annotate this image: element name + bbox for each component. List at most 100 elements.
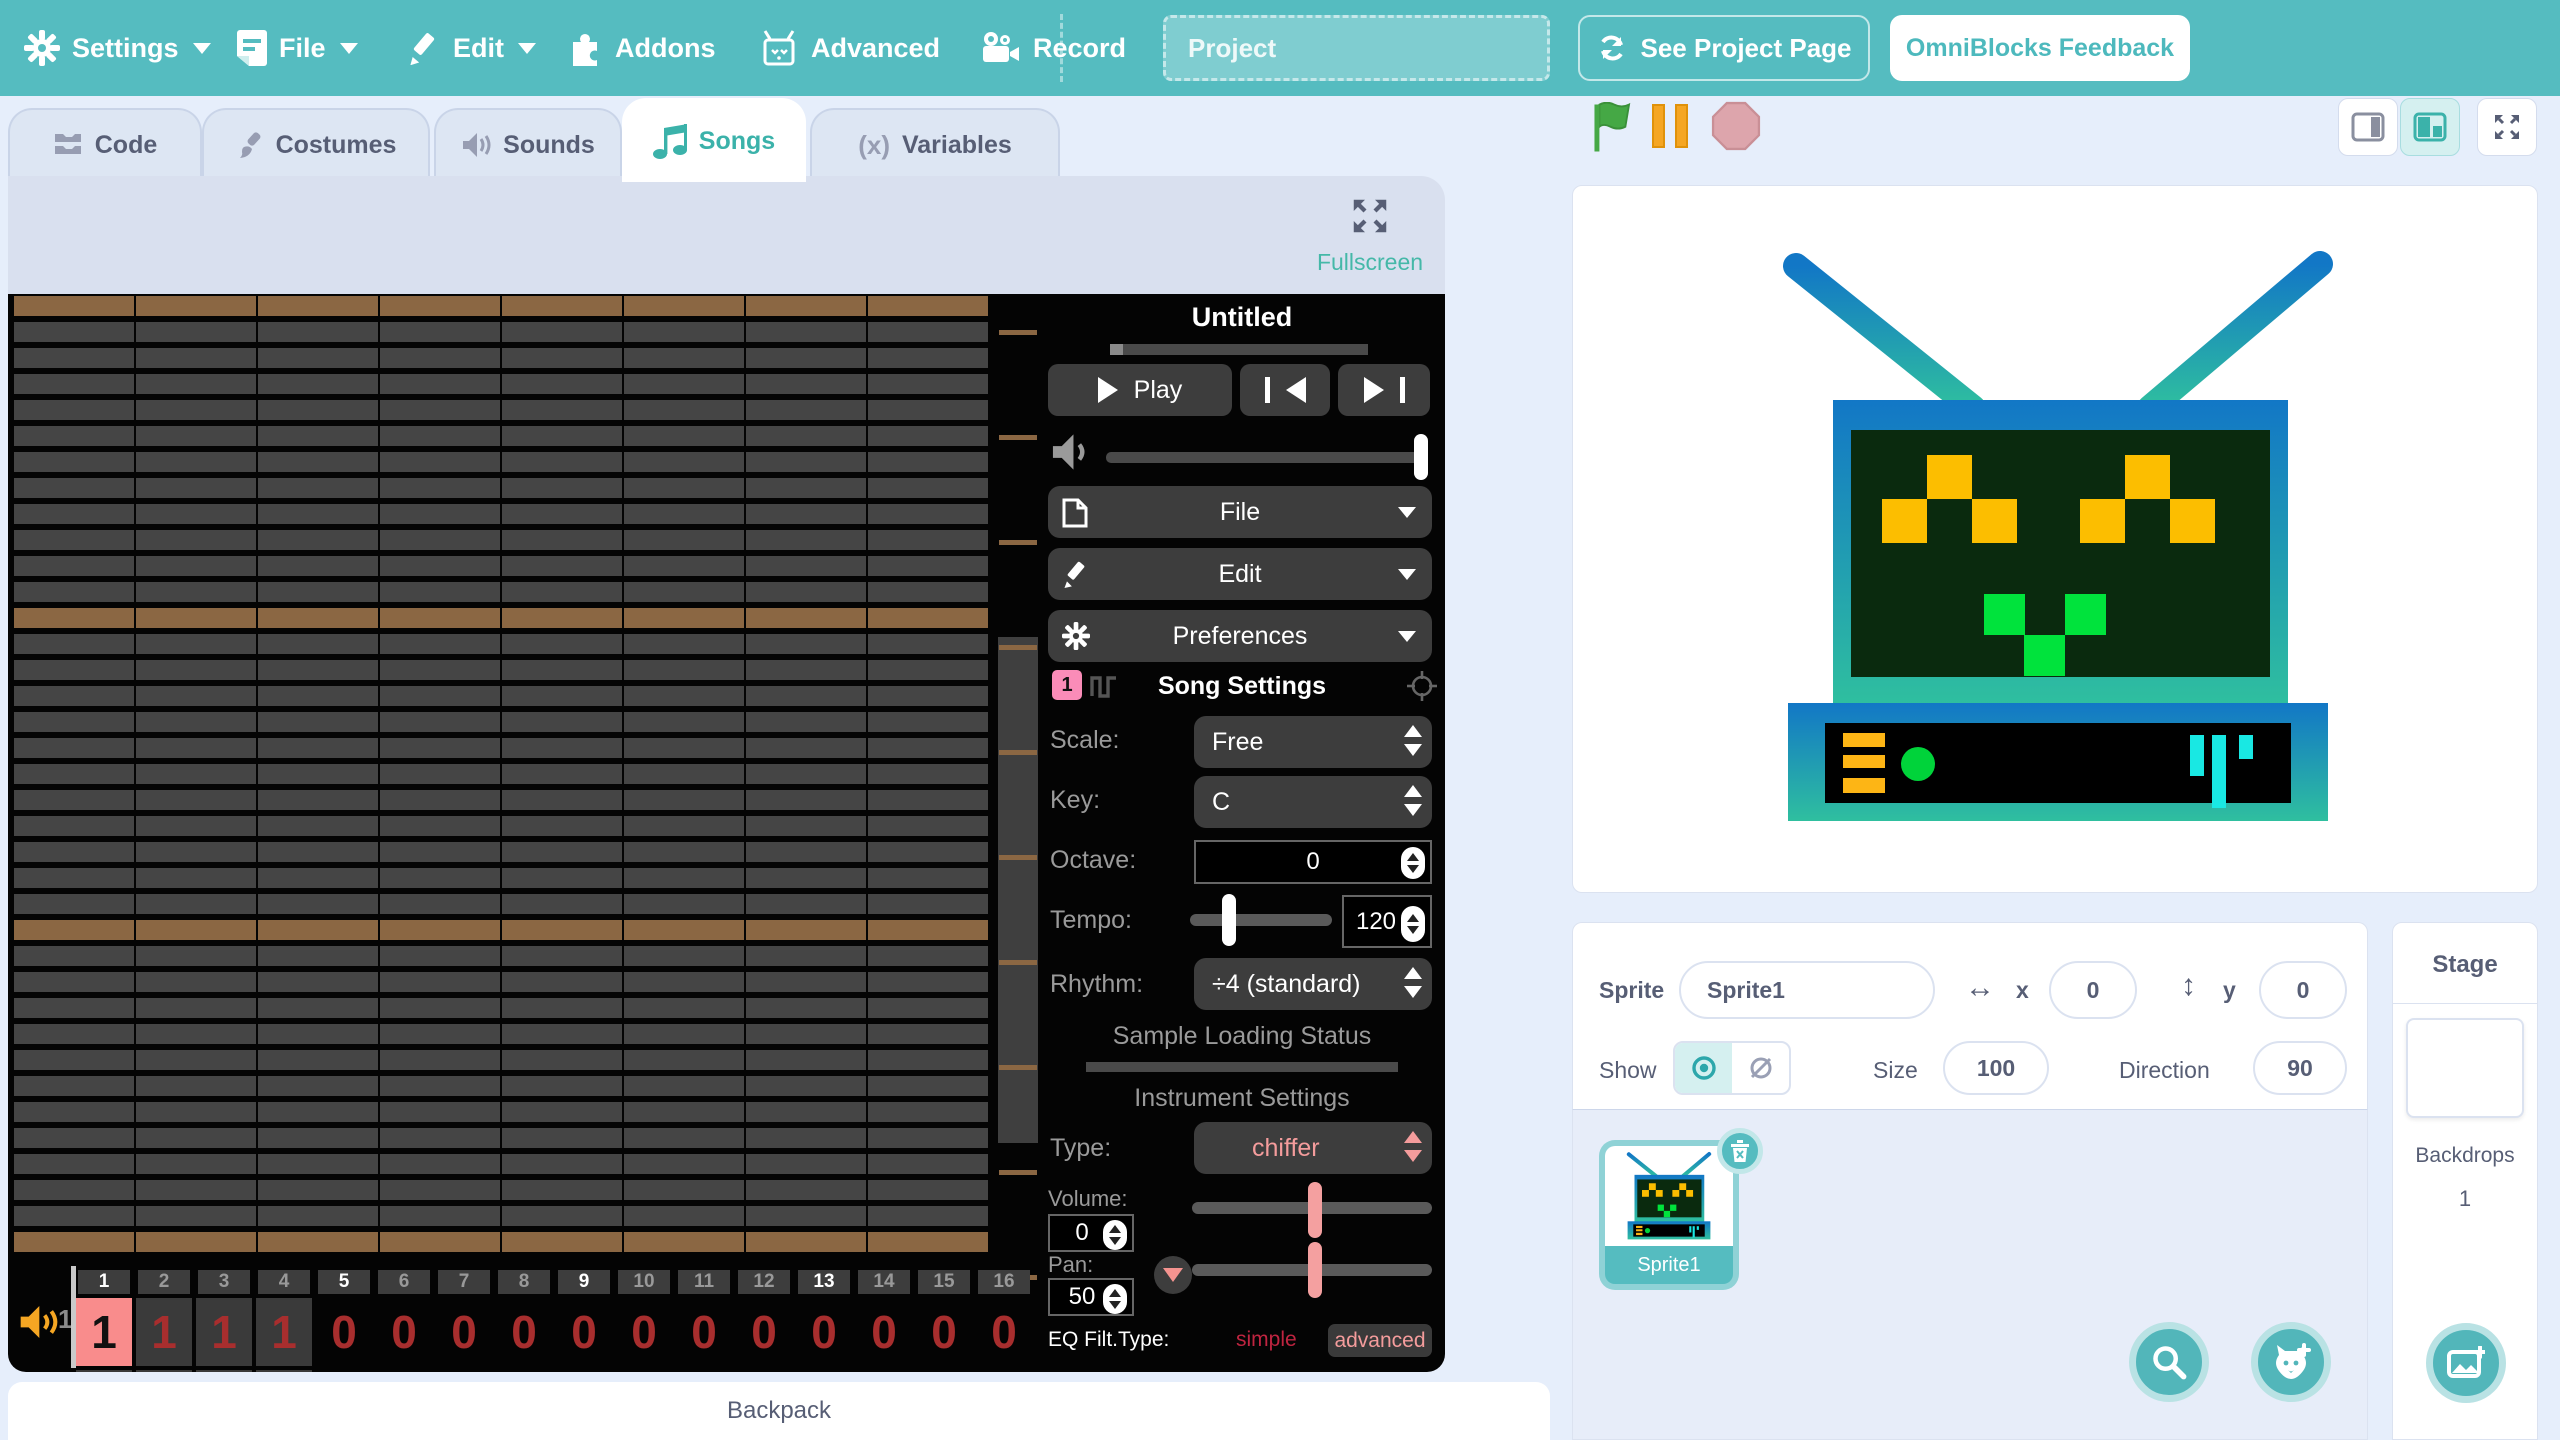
grid-cell[interactable] xyxy=(746,296,866,316)
grid-cell[interactable] xyxy=(380,738,500,758)
grid-cell[interactable] xyxy=(258,1076,378,1096)
tempo-spinner[interactable] xyxy=(1401,906,1425,942)
large-stage-layout-button[interactable] xyxy=(2400,98,2460,156)
grid-cell[interactable] xyxy=(258,790,378,810)
grid-cell[interactable] xyxy=(624,712,744,732)
grid-cell[interactable] xyxy=(502,478,622,498)
tab-variables[interactable]: (x) Variables xyxy=(810,108,1060,180)
grid-cell[interactable] xyxy=(868,400,988,420)
grid-cell[interactable] xyxy=(258,764,378,784)
grid-cell[interactable] xyxy=(868,296,988,316)
grid-cell[interactable] xyxy=(14,660,134,680)
grid-cell[interactable] xyxy=(136,816,256,836)
beat-number[interactable]: 13 xyxy=(798,1270,850,1294)
grid-cell[interactable] xyxy=(14,894,134,914)
grid-cell[interactable] xyxy=(136,530,256,550)
grid-cell[interactable] xyxy=(380,556,500,576)
grid-cell[interactable] xyxy=(868,972,988,992)
beat-number[interactable]: 4 xyxy=(258,1270,310,1294)
grid-cell[interactable] xyxy=(258,426,378,446)
grid-cell[interactable] xyxy=(502,1128,622,1148)
grid-cell[interactable] xyxy=(14,764,134,784)
grid-cell[interactable] xyxy=(502,738,622,758)
skip-to-end-button[interactable] xyxy=(1338,364,1430,416)
grid-cell[interactable] xyxy=(380,1206,500,1226)
delete-sprite-button[interactable] xyxy=(1717,1128,1763,1174)
grid-cell[interactable] xyxy=(14,452,134,472)
beat-value-cell[interactable]: 0 xyxy=(436,1298,492,1366)
grid-cell[interactable] xyxy=(746,920,866,940)
master-volume-thumb[interactable] xyxy=(1414,434,1428,480)
search-sprite-button[interactable] xyxy=(2129,1322,2209,1402)
grid-cell[interactable] xyxy=(14,972,134,992)
skip-to-start-button[interactable] xyxy=(1240,364,1330,416)
grid-cell[interactable] xyxy=(868,920,988,940)
grid-cell[interactable] xyxy=(380,530,500,550)
grid-cell[interactable] xyxy=(502,556,622,576)
grid-cell[interactable] xyxy=(502,400,622,420)
green-flag-button[interactable] xyxy=(1592,102,1634,154)
grid-cell[interactable] xyxy=(258,816,378,836)
tempo-slider[interactable] xyxy=(1190,914,1332,926)
grid-cell[interactable] xyxy=(380,1050,500,1070)
beat-number[interactable]: 16 xyxy=(978,1270,1030,1294)
grid-cell[interactable] xyxy=(502,998,622,1018)
grid-cell[interactable] xyxy=(136,348,256,368)
grid-cell[interactable] xyxy=(14,296,134,316)
octave-spinner[interactable] xyxy=(1401,847,1425,879)
grid-cell[interactable] xyxy=(868,478,988,498)
grid-cell[interactable] xyxy=(746,348,866,368)
grid-cell[interactable] xyxy=(746,1050,866,1070)
grid-cell[interactable] xyxy=(624,556,744,576)
grid-cell[interactable] xyxy=(258,920,378,940)
grid-cell[interactable] xyxy=(14,1154,134,1174)
backdrop-thumbnail[interactable] xyxy=(2406,1018,2524,1118)
grid-cell[interactable] xyxy=(624,400,744,420)
grid-cell[interactable] xyxy=(380,842,500,862)
grid-cell[interactable] xyxy=(868,634,988,654)
grid-cell[interactable] xyxy=(258,1024,378,1044)
direction-input[interactable] xyxy=(2253,1041,2347,1095)
record-menu[interactable]: Record xyxy=(979,0,1126,96)
grid-cell[interactable] xyxy=(14,686,134,706)
instrument-volume-thumb[interactable] xyxy=(1308,1182,1322,1238)
grid-cell[interactable] xyxy=(258,660,378,680)
grid-cell[interactable] xyxy=(746,1076,866,1096)
add-backdrop-button[interactable] xyxy=(2426,1323,2506,1403)
grid-cell[interactable] xyxy=(746,452,866,472)
grid-cell[interactable] xyxy=(136,634,256,654)
grid-cell[interactable] xyxy=(14,1206,134,1226)
project-name-input[interactable] xyxy=(1163,15,1550,81)
grid-cell[interactable] xyxy=(380,868,500,888)
grid-cell[interactable] xyxy=(258,894,378,914)
grid-cell[interactable] xyxy=(258,374,378,394)
tab-songs[interactable]: Songs xyxy=(622,98,806,182)
grid-cell[interactable] xyxy=(746,842,866,862)
grid-cell[interactable] xyxy=(136,374,256,394)
song-edit-menu[interactable]: Edit xyxy=(1048,548,1432,600)
pan-reset-button[interactable] xyxy=(1154,1256,1192,1294)
grid-cell[interactable] xyxy=(868,1206,988,1226)
grid-cell[interactable] xyxy=(624,374,744,394)
grid-cell[interactable] xyxy=(868,1024,988,1044)
grid-cell[interactable] xyxy=(380,920,500,940)
grid-cell[interactable] xyxy=(258,1154,378,1174)
grid-cell[interactable] xyxy=(136,1024,256,1044)
sprite-name-input[interactable] xyxy=(1679,961,1935,1019)
grid-cell[interactable] xyxy=(136,894,256,914)
beat-value-cell[interactable]: 0 xyxy=(316,1298,372,1366)
beat-value-cell[interactable]: 0 xyxy=(616,1298,672,1366)
grid-cell[interactable] xyxy=(868,530,988,550)
grid-cell[interactable] xyxy=(868,816,988,836)
play-button[interactable]: Play xyxy=(1048,364,1232,416)
select-arrows-icon[interactable] xyxy=(1404,725,1422,756)
grid-cell[interactable] xyxy=(746,894,866,914)
key-select[interactable]: C xyxy=(1194,776,1432,828)
grid-cell[interactable] xyxy=(502,1076,622,1096)
grid-cell[interactable] xyxy=(868,1102,988,1122)
beat-number[interactable]: 6 xyxy=(378,1270,430,1294)
grid-cell[interactable] xyxy=(136,504,256,524)
grid-cell[interactable] xyxy=(624,322,744,342)
grid-cell[interactable] xyxy=(258,1050,378,1070)
grid-cell[interactable] xyxy=(136,920,256,940)
